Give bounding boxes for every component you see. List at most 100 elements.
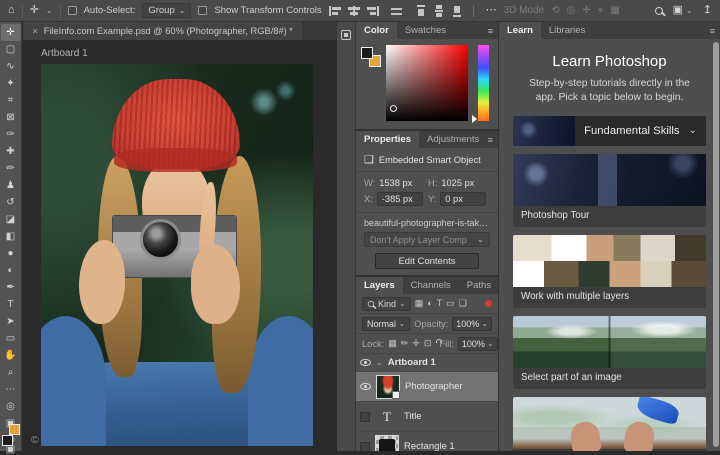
filter-smart-objects-icon[interactable]: ❑ bbox=[459, 299, 467, 308]
visibility-eye-icon[interactable] bbox=[360, 359, 371, 366]
auto-select-target-dropdown[interactable]: Group ⌄ bbox=[142, 3, 191, 18]
close-icon[interactable]: ✕ bbox=[32, 27, 39, 36]
show-transform-checkbox[interactable] bbox=[198, 6, 207, 15]
filter-pixel-layers-icon[interactable]: ▦ bbox=[415, 299, 424, 308]
artboard-label[interactable]: Artboard 1 bbox=[41, 48, 88, 59]
quick-selection-tool[interactable]: ✦ bbox=[1, 75, 21, 92]
search-icon[interactable] bbox=[655, 7, 663, 15]
more-options-icon[interactable]: ⋯ bbox=[486, 5, 497, 16]
chevron-down-icon[interactable]: ⌄ bbox=[46, 7, 53, 15]
blend-mode-dropdown[interactable]: Normal ⌄ bbox=[362, 317, 410, 331]
tutorial-card[interactable]: Work with multiple layers bbox=[513, 235, 706, 308]
visibility-toggle[interactable] bbox=[360, 412, 370, 422]
panel-menu-icon[interactable]: ≡ bbox=[488, 131, 498, 148]
layer-row[interactable]: Rectangle 1 bbox=[356, 432, 498, 451]
layer-thumbnail[interactable] bbox=[375, 435, 399, 452]
filter-adjustment-layers-icon[interactable]: ◐ bbox=[427, 299, 432, 308]
share-icon[interactable]: ↥ bbox=[703, 5, 712, 16]
divider bbox=[22, 4, 23, 18]
panel-menu-icon[interactable]: ≡ bbox=[710, 22, 720, 39]
marquee-tool[interactable]: ▢ bbox=[1, 41, 21, 58]
zoom-tool[interactable]: ⌕ bbox=[1, 364, 21, 381]
layer-name: Artboard 1 bbox=[388, 357, 436, 368]
document-tab[interactable]: ✕ FileInfo.com Example.psd @ 60% (Photog… bbox=[23, 22, 302, 40]
frame-tool[interactable]: ⊠ bbox=[1, 109, 21, 126]
opacity-input[interactable]: 100% ⌄ bbox=[452, 317, 492, 331]
fundamental-skills-card[interactable]: Fundamental Skills ⌄ bbox=[513, 116, 706, 146]
clone-stamp-tool[interactable]: ♟ bbox=[1, 177, 21, 194]
workspace-switcher-icon[interactable]: ▣ ⌄ bbox=[673, 5, 693, 16]
canvas-image[interactable] bbox=[41, 64, 313, 446]
tab-channels[interactable]: Channels bbox=[403, 277, 459, 294]
layer-comp-dropdown[interactable]: Don't Apply Layer Comp ⌄ bbox=[364, 232, 490, 247]
eraser-tool[interactable]: ◪ bbox=[1, 211, 21, 228]
tab-layers[interactable]: Layers bbox=[356, 277, 403, 294]
crop-tool[interactable]: ⌗ bbox=[1, 92, 21, 109]
collapsed-panel-icon[interactable] bbox=[341, 30, 351, 40]
alignment-icons[interactable] bbox=[329, 5, 479, 17]
tab-adjustments[interactable]: Adjustments bbox=[419, 131, 487, 148]
3d-roll-icon: ◎ bbox=[567, 5, 576, 16]
y-position-input[interactable]: 0 px bbox=[440, 192, 486, 206]
gradient-tool[interactable]: ◧ bbox=[1, 228, 21, 245]
tab-paths[interactable]: Paths bbox=[459, 277, 498, 294]
tab-properties[interactable]: Properties bbox=[356, 131, 419, 148]
foreground-color-swatch[interactable] bbox=[361, 47, 373, 59]
healing-brush-tool[interactable]: ✚ bbox=[1, 143, 21, 160]
hand-tool[interactable]: ✋ bbox=[1, 347, 21, 364]
lasso-tool[interactable]: ∿ bbox=[1, 58, 21, 75]
history-brush-tool[interactable]: ↺ bbox=[1, 194, 21, 211]
layer-filter-dropdown[interactable]: Kind ⌄ bbox=[362, 297, 411, 311]
lock-artboard-icon[interactable]: ⊡ bbox=[424, 339, 432, 348]
tab-swatches[interactable]: Swatches bbox=[397, 22, 454, 39]
eyedropper-tool[interactable]: ✑ bbox=[1, 126, 21, 143]
tutorial-card[interactable]: Photoshop Tour bbox=[513, 154, 706, 227]
quick-mask-tool[interactable]: ◎ bbox=[1, 398, 21, 415]
scrollbar[interactable] bbox=[713, 42, 719, 447]
layer-row[interactable]: ⌄ Artboard 1 bbox=[356, 354, 498, 372]
layer-row[interactable]: Photographer bbox=[356, 372, 498, 402]
tab-learn[interactable]: Learn bbox=[499, 22, 541, 39]
hue-slider[interactable] bbox=[478, 45, 489, 121]
foreground-color-swatch[interactable] bbox=[2, 435, 13, 446]
tab-libraries[interactable]: Libraries bbox=[541, 22, 593, 39]
edit-contents-button[interactable]: Edit Contents bbox=[375, 253, 479, 269]
auto-select-checkbox[interactable] bbox=[68, 6, 77, 15]
saturation-brightness-field[interactable] bbox=[386, 45, 468, 121]
chevron-down-icon[interactable]: ⌄ bbox=[376, 359, 383, 367]
tutorial-card[interactable]: Use a layer mask to add an object to an … bbox=[513, 397, 706, 451]
layer-filtering-toggle[interactable] bbox=[485, 300, 492, 307]
panel-menu-icon[interactable]: ≡ bbox=[488, 22, 498, 39]
layer-thumbnail[interactable] bbox=[376, 375, 400, 399]
layer-row[interactable]: TTitle bbox=[356, 402, 498, 432]
chevron-down-icon[interactable]: ⌄ bbox=[689, 125, 697, 136]
visibility-toggle[interactable] bbox=[360, 442, 370, 452]
hue-slider-pointer[interactable] bbox=[472, 115, 477, 123]
dodge-tool[interactable]: ◐ bbox=[1, 262, 21, 279]
color-cursor[interactable] bbox=[390, 105, 397, 112]
tab-color[interactable]: Color bbox=[356, 22, 397, 39]
filter-shape-layers-icon[interactable]: ▭ bbox=[446, 299, 455, 308]
tutorial-card[interactable]: Select part of an image bbox=[513, 316, 706, 389]
rectangle-tool[interactable]: ▭ bbox=[1, 330, 21, 347]
x-position-input[interactable]: -385 px bbox=[377, 192, 423, 206]
type-tool[interactable]: T bbox=[1, 296, 21, 313]
brush-tool[interactable]: ✏ bbox=[1, 160, 21, 177]
move-tool[interactable]: ✛ bbox=[1, 24, 21, 41]
visibility-eye-icon[interactable] bbox=[360, 383, 371, 390]
background-color-swatch[interactable] bbox=[9, 424, 20, 435]
move-tool-icon[interactable]: ✛ bbox=[30, 5, 39, 16]
more-tools-tool[interactable]: ⋯ bbox=[1, 381, 21, 398]
type-layer-icon[interactable]: T bbox=[375, 409, 399, 425]
fill-input[interactable]: 100% ⌄ bbox=[458, 337, 498, 351]
pen-tool[interactable]: ✒ bbox=[1, 279, 21, 296]
filter-type-layers-icon[interactable]: T bbox=[437, 299, 443, 308]
path-selection-tool[interactable]: ➤ bbox=[1, 313, 21, 330]
lock-pixels-icon[interactable]: ✏ bbox=[401, 339, 409, 348]
home-icon[interactable]: ⌂ bbox=[8, 5, 15, 16]
screen-mode-tool[interactable]: ▣ bbox=[1, 445, 21, 455]
color-swatches[interactable] bbox=[361, 47, 381, 67]
blur-tool[interactable]: ● bbox=[1, 245, 21, 262]
lock-transparency-icon[interactable]: ▦ bbox=[388, 339, 397, 348]
lock-position-icon[interactable]: ✛ bbox=[412, 339, 420, 348]
